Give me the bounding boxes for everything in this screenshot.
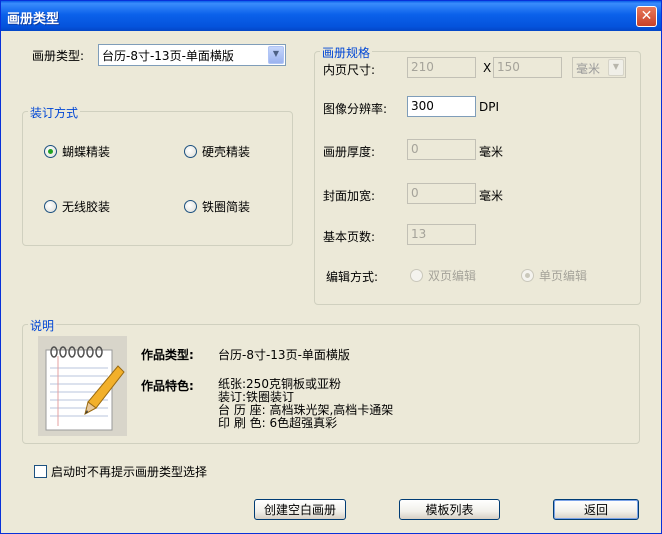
dpi-unit-label: DPI: [479, 100, 500, 114]
spec-group: [314, 51, 641, 305]
work-features-label: 作品特色:: [141, 379, 194, 393]
close-icon: ✕: [640, 8, 653, 24]
binding-group: [22, 111, 293, 246]
thickness-unit-label: 毫米: [479, 145, 504, 159]
radio-icon: [184, 200, 197, 213]
cover-width-label: 封面加宽:: [323, 189, 376, 203]
window-title: 画册类型: [7, 12, 60, 27]
work-type-label: 作品类型:: [141, 348, 194, 362]
spec-group-title: 画册规格: [320, 44, 373, 61]
feature-line: 装订:铁圈装订: [218, 390, 295, 404]
title-bar[interactable]: 画册类型 ✕: [1, 1, 661, 31]
radio-checked-icon: [521, 269, 534, 282]
feature-line: 印 刷 色: 6色超强真彩: [218, 416, 338, 430]
binding-option-hardcover[interactable]: 硬壳精装: [184, 143, 250, 160]
unit-value: 毫米: [576, 62, 601, 76]
notepad-pencil-image: [38, 336, 127, 436]
album-type-label: 画册类型:: [32, 49, 85, 63]
edit-mode-label: 编辑方式:: [326, 270, 379, 284]
chevron-down-icon[interactable]: ▼: [608, 59, 624, 76]
page-height-input[interactable]: 150: [493, 57, 562, 78]
binding-option-butterfly[interactable]: 蝴蝶精装: [44, 143, 110, 160]
cover-width-unit-label: 毫米: [479, 189, 504, 203]
dialog-window: 画册类型 ✕ 画册类型: 台历-8寸-13页-单面横版 ▼ 装订方式 蝴蝶精装 …: [0, 0, 662, 534]
radio-icon: [410, 269, 423, 282]
cover-width-input[interactable]: 0: [407, 183, 476, 204]
radio-icon: [184, 145, 197, 158]
binding-option-label: 蝴蝶精装: [62, 145, 111, 159]
close-button[interactable]: ✕: [636, 6, 657, 27]
dont-show-label: 启动时不再提示画册类型选择: [51, 465, 208, 479]
description-group-title: 说明: [28, 317, 57, 334]
work-type-value: 台历-8寸-13页-单面横版: [218, 348, 350, 362]
binding-option-ring[interactable]: 铁圈简装: [184, 198, 250, 215]
album-type-value: 台历-8寸-13页-单面横版: [102, 49, 234, 63]
radio-checked-icon: [44, 145, 57, 158]
binding-group-title: 装订方式: [28, 104, 81, 121]
edit-mode-option-label: 单页编辑: [539, 269, 588, 283]
dpi-input[interactable]: 300: [407, 96, 476, 117]
binding-option-perfect[interactable]: 无线胶装: [44, 198, 110, 215]
notepad-pencil-icon: [45, 346, 125, 431]
dont-show-checkbox[interactable]: 启动时不再提示画册类型选择: [34, 463, 207, 480]
template-list-button[interactable]: 模板列表: [399, 499, 500, 520]
edit-mode-double[interactable]: 双页编辑: [410, 267, 476, 284]
album-type-select[interactable]: 台历-8寸-13页-单面横版 ▼: [98, 44, 286, 66]
binding-option-label: 硬壳精装: [202, 145, 251, 159]
binding-option-label: 铁圈简装: [202, 200, 251, 214]
edit-mode-single[interactable]: 单页编辑: [521, 267, 587, 284]
feature-line: 台 历 座: 高档珠光架,高档卡通架: [218, 403, 394, 417]
page-size-label: 内页尺寸:: [323, 63, 376, 77]
base-pages-label: 基本页数:: [323, 230, 376, 244]
base-pages-input[interactable]: 13: [407, 224, 476, 245]
unit-select[interactable]: 毫米 ▼: [572, 57, 626, 78]
edit-mode-option-label: 双页编辑: [428, 269, 477, 283]
chevron-down-icon[interactable]: ▼: [268, 46, 284, 64]
thickness-label: 画册厚度:: [323, 145, 376, 159]
size-x-label: X: [483, 61, 492, 75]
back-button[interactable]: 返回: [553, 499, 639, 520]
page-width-input[interactable]: 210: [407, 57, 476, 78]
radio-icon: [44, 200, 57, 213]
binding-option-label: 无线胶装: [62, 200, 111, 214]
checkbox-icon: [34, 465, 47, 478]
create-blank-album-button[interactable]: 创建空白画册: [254, 499, 346, 520]
thickness-input[interactable]: 0: [407, 139, 476, 160]
feature-line: 纸张:250克铜板或亚粉: [218, 377, 341, 391]
dpi-label: 图像分辨率:: [323, 102, 388, 116]
